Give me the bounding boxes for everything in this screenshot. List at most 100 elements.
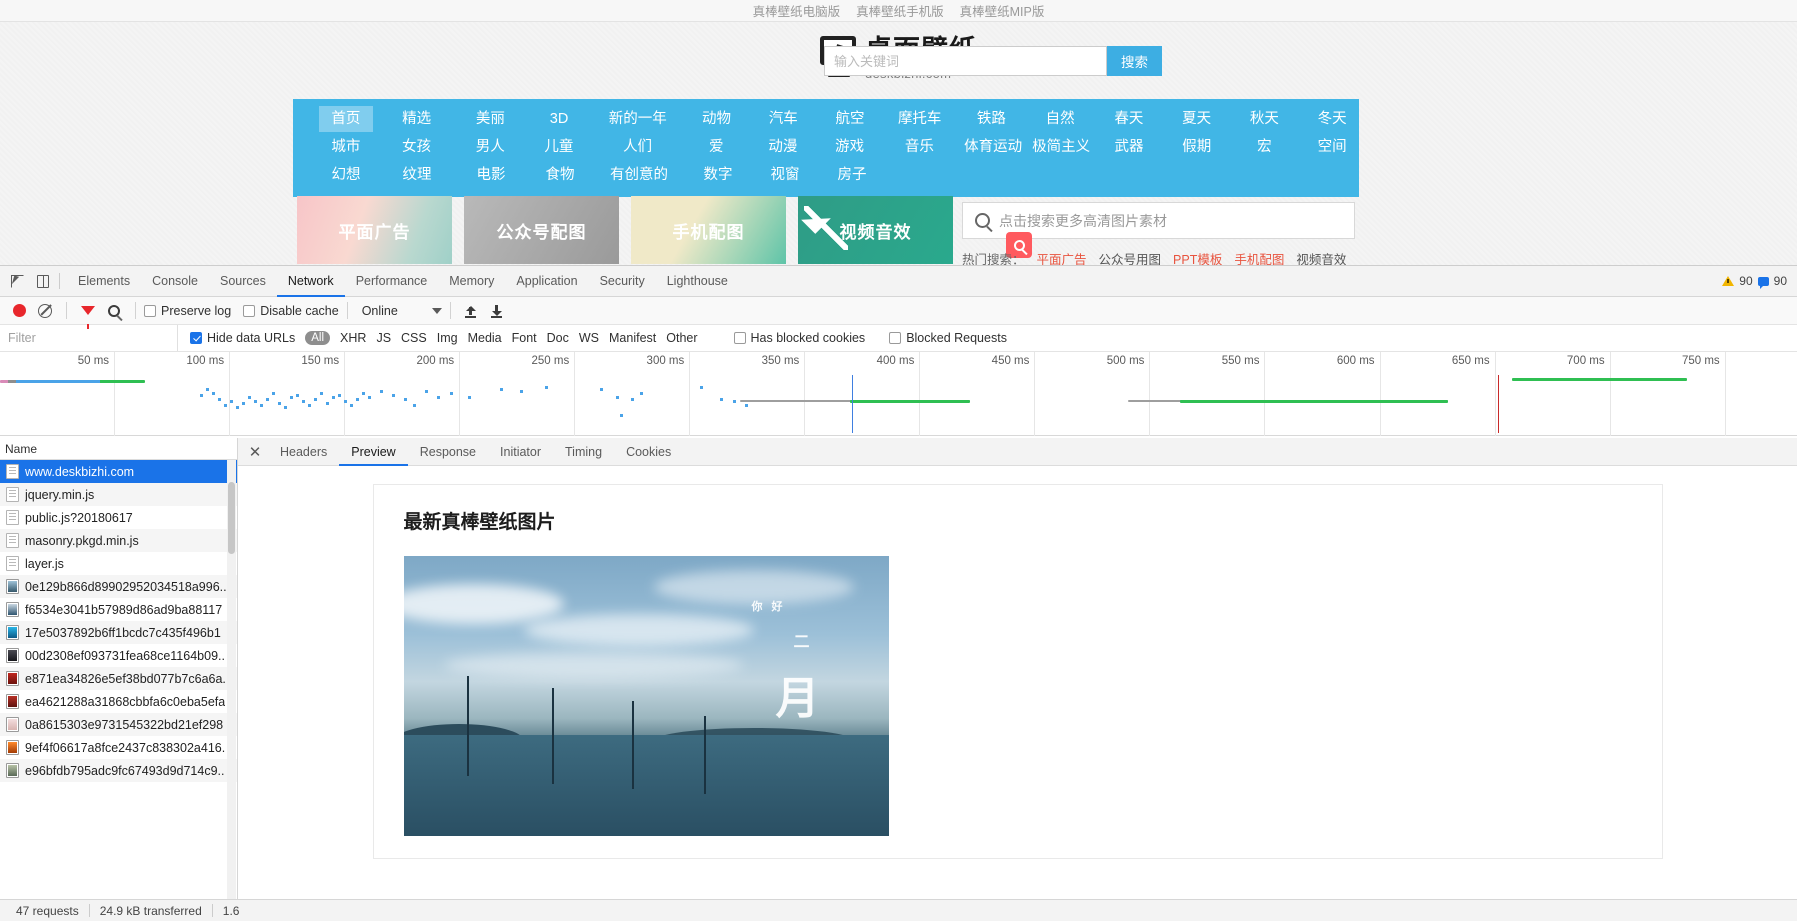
- panel-tab-security[interactable]: Security: [589, 266, 656, 297]
- disable-cache-checkbox[interactable]: Disable cache: [243, 304, 339, 318]
- nav-item-1-2[interactable]: 精选: [387, 106, 447, 132]
- panel-tab-lighthouse[interactable]: Lighthouse: [656, 266, 739, 297]
- nav-item-1-12[interactable]: 春天: [1102, 106, 1156, 132]
- nav-item-2-13[interactable]: 假期: [1170, 134, 1224, 160]
- nav-item-3-3[interactable]: 电影: [461, 162, 521, 188]
- nav-item-3-4[interactable]: 食物: [535, 162, 585, 188]
- nav-item-3-1[interactable]: 幻想: [319, 162, 373, 188]
- nav-item-3-5[interactable]: 有创意的: [599, 162, 679, 188]
- request-row[interactable]: www.deskbizhi.com: [0, 460, 237, 483]
- nav-item-3-6[interactable]: 数字: [693, 162, 743, 188]
- nav-item-2-6[interactable]: 爱: [691, 134, 741, 160]
- nav-item-1-11[interactable]: 自然: [1032, 106, 1088, 132]
- request-row[interactable]: f6534e3041b57989d86ad9ba88117: [0, 598, 237, 621]
- site-search-input[interactable]: [824, 46, 1107, 76]
- type-filter-media[interactable]: Media: [468, 331, 502, 345]
- nav-item-3-2[interactable]: 纹理: [387, 162, 447, 188]
- nav-item-2-12[interactable]: 武器: [1102, 134, 1156, 160]
- request-row[interactable]: e96bfdb795adc9fc67493d9d714c9..: [0, 759, 237, 782]
- nav-item-2-4[interactable]: 儿童: [534, 134, 584, 160]
- nav-item-2-8[interactable]: 游戏: [825, 134, 875, 160]
- nav-item-2-5[interactable]: 人们: [598, 134, 678, 160]
- nav-item-1-9[interactable]: 摩托车: [889, 106, 951, 132]
- requests-column-header[interactable]: Name: [0, 438, 237, 460]
- detail-tab-preview[interactable]: Preview: [339, 438, 407, 466]
- type-filter-manifest[interactable]: Manifest: [609, 331, 656, 345]
- nav-item-1-15[interactable]: 冬天: [1305, 106, 1359, 132]
- clear-button[interactable]: [32, 298, 58, 324]
- request-row[interactable]: jquery.min.js: [0, 483, 237, 506]
- inspect-element-button[interactable]: [4, 268, 30, 294]
- import-har-button[interactable]: [459, 298, 485, 324]
- request-row[interactable]: 17e5037892b6ff1bcdc7c435f496b1: [0, 621, 237, 644]
- nav-item-1-14[interactable]: 秋天: [1238, 106, 1292, 132]
- nav-item-2-7[interactable]: 动漫: [755, 134, 811, 160]
- blocked-requests-checkbox[interactable]: Blocked Requests: [889, 331, 1007, 345]
- issues-counters[interactable]: 90 90: [1722, 274, 1797, 288]
- panel-tab-sources[interactable]: Sources: [209, 266, 277, 297]
- type-filter-css[interactable]: CSS: [401, 331, 427, 345]
- promo-card-video-audio[interactable]: 视频音效: [798, 196, 953, 264]
- detail-tab-timing[interactable]: Timing: [553, 438, 614, 466]
- nav-item-2-15[interactable]: 空间: [1305, 134, 1359, 160]
- topbar-link-pc[interactable]: 真棒壁纸电脑版: [753, 1, 841, 20]
- nav-item-1-8[interactable]: 航空: [825, 106, 875, 132]
- type-filter-all[interactable]: All: [305, 331, 330, 345]
- nav-item-1-13[interactable]: 夏天: [1170, 106, 1224, 132]
- type-filter-font[interactable]: Font: [512, 331, 537, 345]
- request-row[interactable]: e871ea34826e5ef38bd077b7c6a6a.: [0, 667, 237, 690]
- detail-tab-headers[interactable]: Headers: [268, 438, 339, 466]
- network-overview-timeline[interactable]: 50 ms100 ms150 ms200 ms250 ms300 ms350 m…: [0, 352, 1797, 436]
- chevron-down-icon[interactable]: [432, 308, 442, 314]
- device-toolbar-button[interactable]: [30, 268, 56, 294]
- filter-input[interactable]: [0, 325, 178, 351]
- type-filter-doc[interactable]: Doc: [547, 331, 569, 345]
- has-blocked-cookies-checkbox[interactable]: Has blocked cookies: [734, 331, 866, 345]
- type-filter-img[interactable]: Img: [437, 331, 458, 345]
- nav-item-2-9[interactable]: 音乐: [889, 134, 951, 160]
- nav-item-3-8[interactable]: 房子: [827, 162, 877, 188]
- export-har-button[interactable]: [485, 298, 511, 324]
- request-row[interactable]: ea4621288a31868cbbfa6c0eba5efa: [0, 690, 237, 713]
- detail-tab-cookies[interactable]: Cookies: [614, 438, 683, 466]
- type-filter-ws[interactable]: WS: [579, 331, 599, 345]
- request-row[interactable]: public.js?20180617: [0, 506, 237, 529]
- promo-card-wechat-images[interactable]: 公众号配图: [464, 196, 619, 264]
- nav-item-1-5[interactable]: 新的一年: [598, 106, 678, 132]
- request-row[interactable]: masonry.pkgd.min.js: [0, 529, 237, 552]
- search-button[interactable]: [101, 298, 127, 324]
- filter-toggle-button[interactable]: [75, 298, 101, 324]
- request-row[interactable]: layer.js: [0, 552, 237, 575]
- nav-item-1-7[interactable]: 汽车: [755, 106, 811, 132]
- nav-item-2-3[interactable]: 男人: [460, 134, 520, 160]
- panel-tab-application[interactable]: Application: [505, 266, 588, 297]
- panel-tab-memory[interactable]: Memory: [438, 266, 505, 297]
- panel-tab-network[interactable]: Network: [277, 266, 345, 297]
- panel-tab-performance[interactable]: Performance: [345, 266, 439, 297]
- type-filter-xhr[interactable]: XHR: [340, 331, 366, 345]
- nav-item-1-3[interactable]: 美丽: [460, 106, 520, 132]
- requests-scrollbar[interactable]: [227, 460, 236, 899]
- nav-item-1-10[interactable]: 铁路: [965, 106, 1019, 132]
- detail-tab-initiator[interactable]: Initiator: [488, 438, 553, 466]
- nav-item-3-7[interactable]: 视窗: [757, 162, 813, 188]
- topbar-link-mobile[interactable]: 真棒壁纸手机版: [856, 1, 944, 20]
- topbar-link-mip[interactable]: 真棒壁纸MIP版: [960, 1, 1045, 20]
- nav-item-2-10[interactable]: 体育运动: [964, 134, 1018, 160]
- request-row[interactable]: 0e129b866d89902952034518a996..: [0, 575, 237, 598]
- preserve-log-checkbox[interactable]: Preserve log: [144, 304, 231, 318]
- promo-card-mobile-images[interactable]: 手机配图: [631, 196, 786, 264]
- nav-item-2-2[interactable]: 女孩: [387, 134, 447, 160]
- type-filter-other[interactable]: Other: [666, 331, 697, 345]
- record-button[interactable]: [6, 298, 32, 324]
- request-row[interactable]: 0a8615303e9731545322bd21ef298: [0, 713, 237, 736]
- nav-item-1-6[interactable]: 动物: [692, 106, 742, 132]
- nav-item-1-4[interactable]: 3D: [534, 106, 584, 132]
- detail-tab-response[interactable]: Response: [408, 438, 488, 466]
- panel-tab-console[interactable]: Console: [141, 266, 209, 297]
- nav-item-2-1[interactable]: 城市: [319, 134, 373, 160]
- requests-list[interactable]: www.deskbizhi.comjquery.min.jspublic.js?…: [0, 460, 237, 899]
- nav-item-1-1[interactable]: 首页: [319, 106, 373, 132]
- panel-tab-elements[interactable]: Elements: [67, 266, 141, 297]
- preview-pane[interactable]: 最新真棒壁纸图片 你 好 二: [238, 466, 1797, 899]
